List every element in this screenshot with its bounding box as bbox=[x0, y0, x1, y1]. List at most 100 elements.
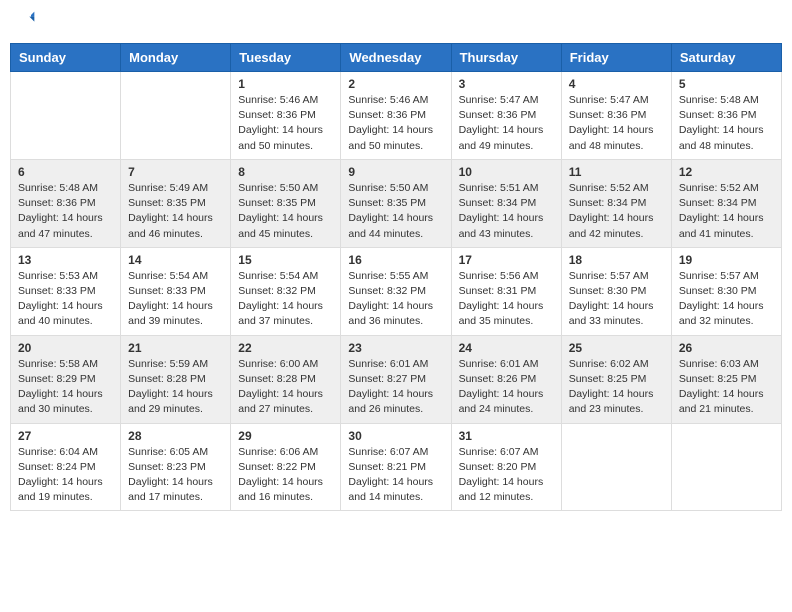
day-number: 30 bbox=[348, 429, 443, 443]
weekday-header-tuesday: Tuesday bbox=[231, 44, 341, 72]
day-number: 4 bbox=[569, 77, 664, 91]
day-info: Sunrise: 6:03 AM Sunset: 8:25 PM Dayligh… bbox=[679, 357, 774, 418]
day-info: Sunrise: 6:01 AM Sunset: 8:27 PM Dayligh… bbox=[348, 357, 443, 418]
calendar-cell: 25 Sunrise: 6:02 AM Sunset: 8:25 PM Dayli… bbox=[561, 335, 671, 423]
calendar-cell bbox=[121, 72, 231, 160]
day-number: 9 bbox=[348, 165, 443, 179]
calendar-cell: 17 Sunrise: 5:56 AM Sunset: 8:31 PM Dayli… bbox=[451, 247, 561, 335]
day-number: 8 bbox=[238, 165, 333, 179]
logo-icon bbox=[16, 10, 36, 30]
day-info: Sunrise: 5:50 AM Sunset: 8:35 PM Dayligh… bbox=[238, 181, 333, 242]
weekday-header-sunday: Sunday bbox=[11, 44, 121, 72]
day-info: Sunrise: 5:57 AM Sunset: 8:30 PM Dayligh… bbox=[679, 269, 774, 330]
calendar-cell: 15 Sunrise: 5:54 AM Sunset: 8:32 PM Dayli… bbox=[231, 247, 341, 335]
day-info: Sunrise: 5:51 AM Sunset: 8:34 PM Dayligh… bbox=[459, 181, 554, 242]
day-number: 29 bbox=[238, 429, 333, 443]
calendar-cell: 12 Sunrise: 5:52 AM Sunset: 8:34 PM Dayli… bbox=[671, 159, 781, 247]
calendar-cell: 19 Sunrise: 5:57 AM Sunset: 8:30 PM Dayli… bbox=[671, 247, 781, 335]
day-number: 7 bbox=[128, 165, 223, 179]
calendar-cell: 11 Sunrise: 5:52 AM Sunset: 8:34 PM Dayli… bbox=[561, 159, 671, 247]
page-header bbox=[10, 10, 782, 35]
weekday-header-row: SundayMondayTuesdayWednesdayThursdayFrid… bbox=[11, 44, 782, 72]
day-info: Sunrise: 5:59 AM Sunset: 8:28 PM Dayligh… bbox=[128, 357, 223, 418]
day-info: Sunrise: 5:53 AM Sunset: 8:33 PM Dayligh… bbox=[18, 269, 113, 330]
day-info: Sunrise: 6:02 AM Sunset: 8:25 PM Dayligh… bbox=[569, 357, 664, 418]
calendar-cell: 31 Sunrise: 6:07 AM Sunset: 8:20 PM Dayli… bbox=[451, 423, 561, 511]
day-number: 15 bbox=[238, 253, 333, 267]
day-info: Sunrise: 6:05 AM Sunset: 8:23 PM Dayligh… bbox=[128, 445, 223, 506]
calendar-cell: 22 Sunrise: 6:00 AM Sunset: 8:28 PM Dayli… bbox=[231, 335, 341, 423]
calendar-week-row: 27 Sunrise: 6:04 AM Sunset: 8:24 PM Dayli… bbox=[11, 423, 782, 511]
day-info: Sunrise: 5:48 AM Sunset: 8:36 PM Dayligh… bbox=[679, 93, 774, 154]
day-number: 1 bbox=[238, 77, 333, 91]
calendar-cell: 23 Sunrise: 6:01 AM Sunset: 8:27 PM Dayli… bbox=[341, 335, 451, 423]
calendar-cell: 30 Sunrise: 6:07 AM Sunset: 8:21 PM Dayli… bbox=[341, 423, 451, 511]
day-number: 26 bbox=[679, 341, 774, 355]
day-info: Sunrise: 5:46 AM Sunset: 8:36 PM Dayligh… bbox=[348, 93, 443, 154]
day-info: Sunrise: 6:07 AM Sunset: 8:21 PM Dayligh… bbox=[348, 445, 443, 506]
day-number: 23 bbox=[348, 341, 443, 355]
calendar-cell bbox=[561, 423, 671, 511]
logo bbox=[14, 10, 38, 35]
day-number: 28 bbox=[128, 429, 223, 443]
day-number: 2 bbox=[348, 77, 443, 91]
calendar-cell: 4 Sunrise: 5:47 AM Sunset: 8:36 PM Daylig… bbox=[561, 72, 671, 160]
day-number: 6 bbox=[18, 165, 113, 179]
day-number: 12 bbox=[679, 165, 774, 179]
calendar-table: SundayMondayTuesdayWednesdayThursdayFrid… bbox=[10, 43, 782, 511]
day-number: 17 bbox=[459, 253, 554, 267]
calendar-cell: 7 Sunrise: 5:49 AM Sunset: 8:35 PM Daylig… bbox=[121, 159, 231, 247]
calendar-cell: 27 Sunrise: 6:04 AM Sunset: 8:24 PM Dayli… bbox=[11, 423, 121, 511]
calendar-cell: 18Sunrise: 5:57 AM Sunset: 8:30 PM Dayli… bbox=[561, 247, 671, 335]
calendar-week-row: 6 Sunrise: 5:48 AM Sunset: 8:36 PM Daylig… bbox=[11, 159, 782, 247]
calendar-cell: 13 Sunrise: 5:53 AM Sunset: 8:33 PM Dayli… bbox=[11, 247, 121, 335]
day-info: Sunrise: 5:50 AM Sunset: 8:35 PM Dayligh… bbox=[348, 181, 443, 242]
day-info: Sunrise: 5:47 AM Sunset: 8:36 PM Dayligh… bbox=[459, 93, 554, 154]
weekday-header-monday: Monday bbox=[121, 44, 231, 72]
day-number: 14 bbox=[128, 253, 223, 267]
day-number: 22 bbox=[238, 341, 333, 355]
day-info: Sunrise: 5:47 AM Sunset: 8:36 PM Dayligh… bbox=[569, 93, 664, 154]
weekday-header-thursday: Thursday bbox=[451, 44, 561, 72]
calendar-cell: 9 Sunrise: 5:50 AM Sunset: 8:35 PM Daylig… bbox=[341, 159, 451, 247]
day-number: 3 bbox=[459, 77, 554, 91]
day-info: Sunrise: 5:54 AM Sunset: 8:32 PM Dayligh… bbox=[238, 269, 333, 330]
day-number: 27 bbox=[18, 429, 113, 443]
day-number: 19 bbox=[679, 253, 774, 267]
calendar-cell: 5 Sunrise: 5:48 AM Sunset: 8:36 PM Daylig… bbox=[671, 72, 781, 160]
calendar-cell: 6 Sunrise: 5:48 AM Sunset: 8:36 PM Daylig… bbox=[11, 159, 121, 247]
day-info: Sunrise: 5:48 AM Sunset: 8:36 PM Dayligh… bbox=[18, 181, 113, 242]
day-info: Sunrise: 5:46 AM Sunset: 8:36 PM Dayligh… bbox=[238, 93, 333, 154]
day-number: 21 bbox=[128, 341, 223, 355]
day-number: 5 bbox=[679, 77, 774, 91]
day-info: Sunrise: 5:56 AM Sunset: 8:31 PM Dayligh… bbox=[459, 269, 554, 330]
calendar-cell: 20Sunrise: 5:58 AM Sunset: 8:29 PM Dayli… bbox=[11, 335, 121, 423]
day-info: Sunrise: 5:52 AM Sunset: 8:34 PM Dayligh… bbox=[679, 181, 774, 242]
day-info: Sunrise: 5:49 AM Sunset: 8:35 PM Dayligh… bbox=[128, 181, 223, 242]
calendar-cell: 10Sunrise: 5:51 AM Sunset: 8:34 PM Dayli… bbox=[451, 159, 561, 247]
calendar-week-row: 13 Sunrise: 5:53 AM Sunset: 8:33 PM Dayli… bbox=[11, 247, 782, 335]
day-info: Sunrise: 6:01 AM Sunset: 8:26 PM Dayligh… bbox=[459, 357, 554, 418]
day-info: Sunrise: 6:00 AM Sunset: 8:28 PM Dayligh… bbox=[238, 357, 333, 418]
calendar-cell: 1 Sunrise: 5:46 AM Sunset: 8:36 PM Daylig… bbox=[231, 72, 341, 160]
day-info: Sunrise: 5:54 AM Sunset: 8:33 PM Dayligh… bbox=[128, 269, 223, 330]
calendar-cell: 14 Sunrise: 5:54 AM Sunset: 8:33 PM Dayli… bbox=[121, 247, 231, 335]
day-info: Sunrise: 6:06 AM Sunset: 8:22 PM Dayligh… bbox=[238, 445, 333, 506]
weekday-header-wednesday: Wednesday bbox=[341, 44, 451, 72]
day-number: 13 bbox=[18, 253, 113, 267]
calendar-cell: 2 Sunrise: 5:46 AM Sunset: 8:36 PM Daylig… bbox=[341, 72, 451, 160]
calendar-cell: 29 Sunrise: 6:06 AM Sunset: 8:22 PM Dayli… bbox=[231, 423, 341, 511]
day-info: Sunrise: 5:55 AM Sunset: 8:32 PM Dayligh… bbox=[348, 269, 443, 330]
day-number: 31 bbox=[459, 429, 554, 443]
day-number: 24 bbox=[459, 341, 554, 355]
calendar-week-row: 20Sunrise: 5:58 AM Sunset: 8:29 PM Dayli… bbox=[11, 335, 782, 423]
day-info: Sunrise: 6:04 AM Sunset: 8:24 PM Dayligh… bbox=[18, 445, 113, 506]
weekday-header-friday: Friday bbox=[561, 44, 671, 72]
calendar-cell: 26 Sunrise: 6:03 AM Sunset: 8:25 PM Dayli… bbox=[671, 335, 781, 423]
calendar-cell: 21 Sunrise: 5:59 AM Sunset: 8:28 PM Dayli… bbox=[121, 335, 231, 423]
day-info: Sunrise: 5:52 AM Sunset: 8:34 PM Dayligh… bbox=[569, 181, 664, 242]
day-number: 11 bbox=[569, 165, 664, 179]
day-number: 25 bbox=[569, 341, 664, 355]
day-info: Sunrise: 6:07 AM Sunset: 8:20 PM Dayligh… bbox=[459, 445, 554, 506]
calendar-cell: 24 Sunrise: 6:01 AM Sunset: 8:26 PM Dayli… bbox=[451, 335, 561, 423]
